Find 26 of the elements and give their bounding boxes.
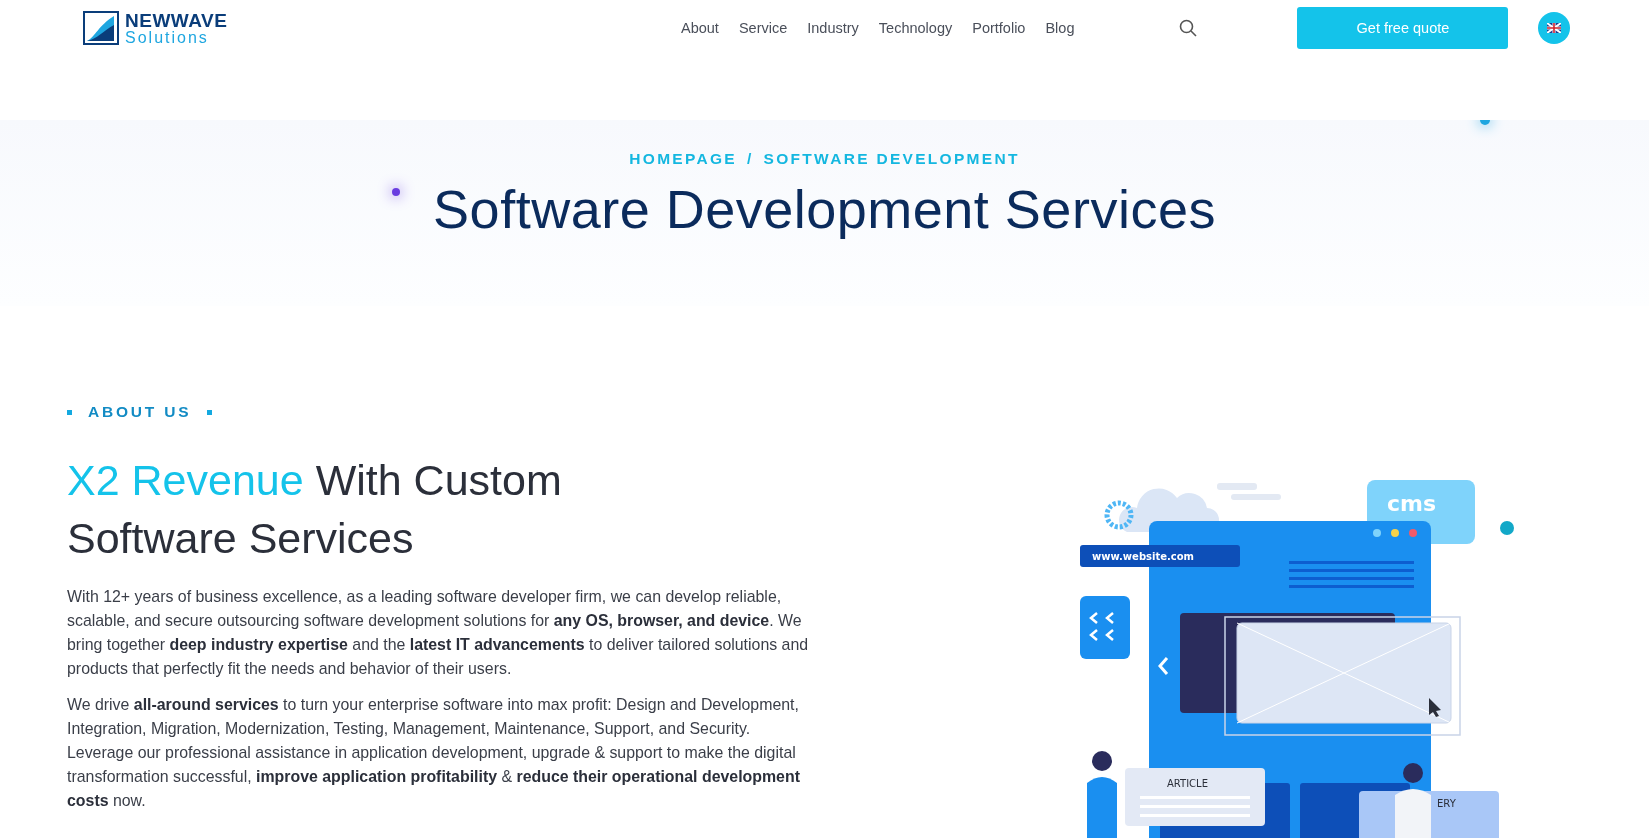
url-text: www.website.com	[1092, 551, 1194, 562]
nav-link[interactable]: Technology	[878, 20, 953, 36]
nav-link[interactable]: Blog	[1045, 20, 1075, 36]
logo-tagline: Solutions	[125, 29, 210, 46]
nav-link[interactable]: About	[681, 20, 719, 36]
decor-dot	[1500, 521, 1514, 535]
search-icon[interactable]	[1179, 19, 1198, 37]
logo-icon	[83, 11, 119, 45]
body-paragraph: We drive all-around services to turn your enterprise software into max profit: Design and Development, Integration, Migration, Modernization, Testing, Management, Maintenance, Support, and Security. Leverage our professional assistance in application development, upgrade & support to make the digital transformation successful, improve application profitability & reduce their operational development costs now.	[67, 695, 801, 811]
nav-link[interactable]: Portfolio	[972, 20, 1026, 36]
cms-label: cms	[1387, 491, 1437, 516]
bullet-mark	[207, 409, 213, 415]
nav-link[interactable]: Industry	[807, 20, 859, 36]
section-heading: X2 Revenue With Custom Software Services	[67, 455, 563, 564]
bullet-mark	[67, 409, 72, 415]
flag-icon	[1547, 23, 1562, 33]
page-title: Software Development Services	[433, 178, 1216, 240]
body-paragraph: With 12+ years of business excellence, as a leading software developer firm, we can develop reliable, scalable, and secure outsourcing software development solutions for any OS, browser, and device. We bring together deep industry expertise and the latest IT advancements to deliver tailored solutions and products that perfectly fit the needs and behavior of their users.	[67, 587, 810, 679]
logo-name: NEWWAVE	[125, 10, 228, 30]
section-eyebrow: ABOUT US	[88, 403, 192, 421]
article-label: ARTICLE	[1167, 778, 1208, 789]
breadcrumb-separator: /	[746, 150, 754, 168]
decor-dot	[392, 188, 400, 196]
language-button[interactable]	[1538, 12, 1571, 44]
gallery-label: ERY	[1437, 798, 1456, 809]
nav-link[interactable]: Service	[738, 20, 788, 36]
